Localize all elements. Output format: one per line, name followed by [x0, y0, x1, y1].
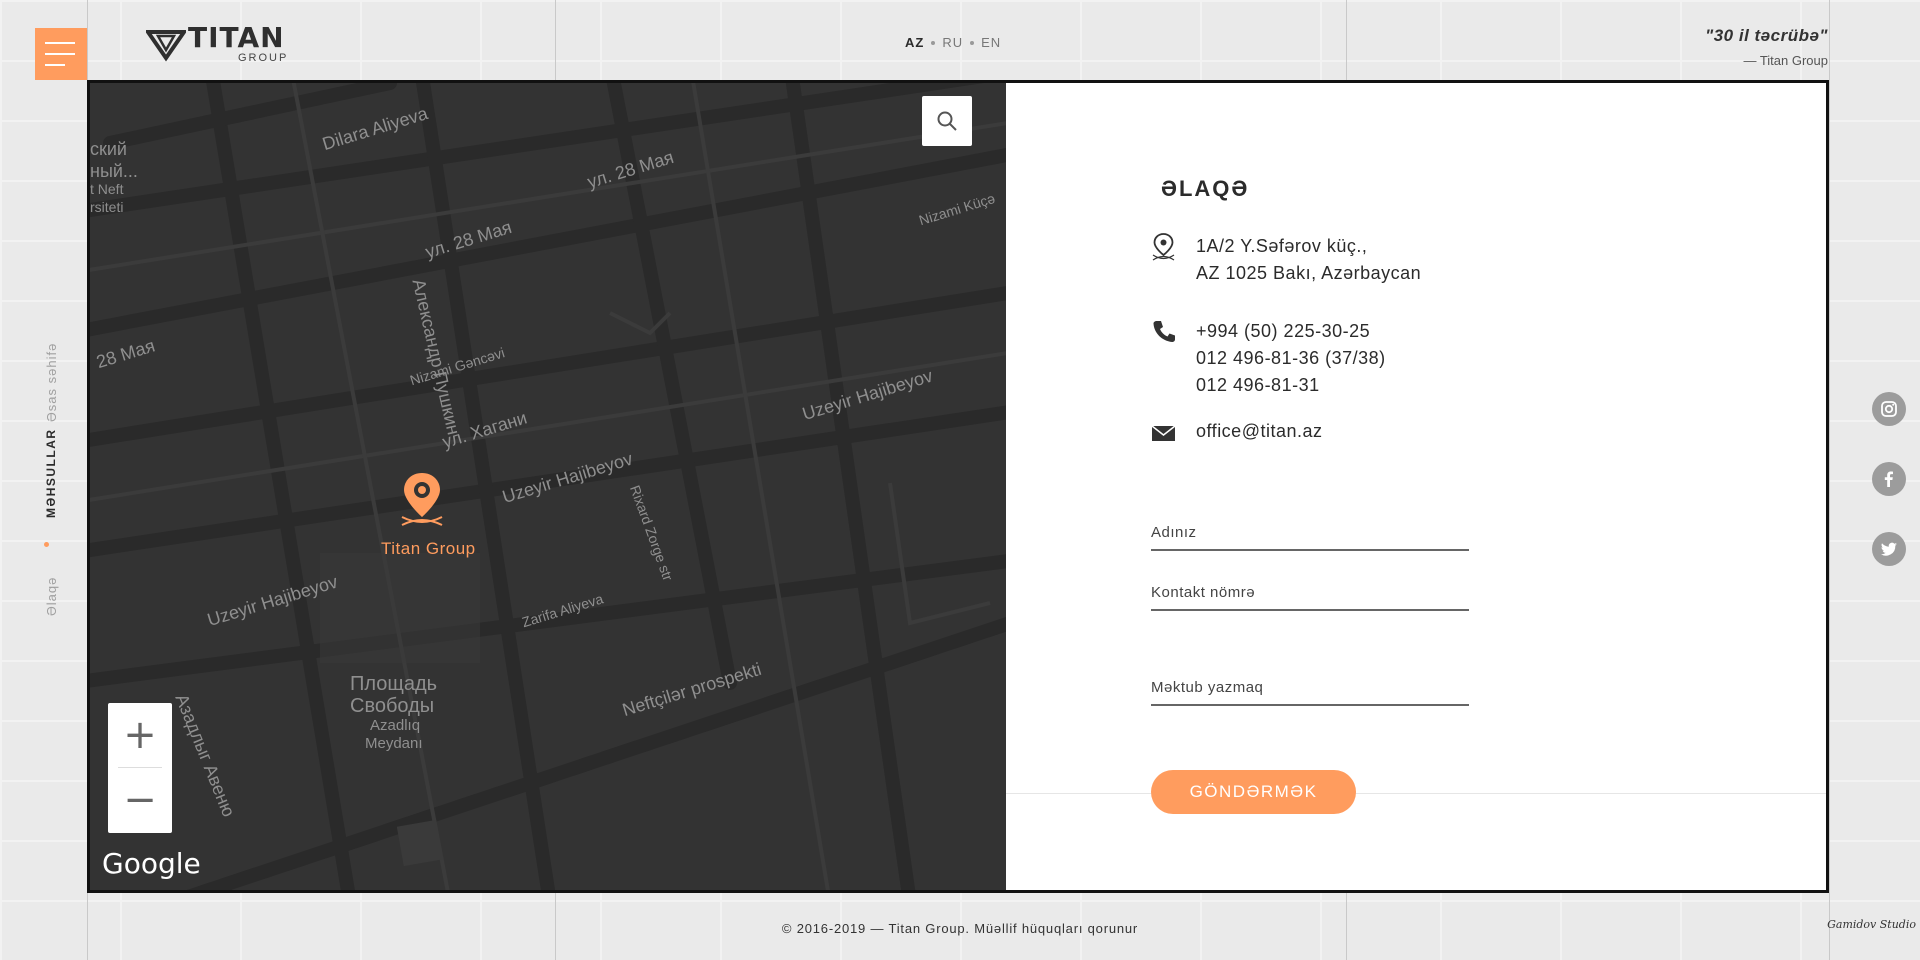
quote-text: "30 il təcrübə": [1705, 26, 1828, 45]
message-field[interactable]: Məktub yazmaq: [1151, 679, 1469, 706]
social-links: [1872, 392, 1906, 566]
grid-line: [1829, 0, 1830, 960]
separator-dot: [931, 40, 936, 45]
contact-panel: ƏLAQƏ 1A/2 Y.Səfərov küç., AZ 1025 Bakı,…: [1006, 83, 1826, 890]
logo-subtitle: GROUP: [238, 52, 289, 64]
name-field[interactable]: Adınız: [1151, 524, 1469, 551]
square-label: Свободы: [350, 695, 435, 717]
address-line-2: AZ 1025 Bakı, Azərbaycan: [1196, 263, 1422, 283]
map[interactable]: Dilara Aliyeva ул. 28 Мая ул. 28 Мая 28 …: [90, 83, 1006, 890]
copyright: © 2016-2019 — Titan Group. Müəllif hüquq…: [781, 921, 1139, 936]
phone-number[interactable]: +994 (50) 225-30-25: [1196, 318, 1386, 345]
square-label: Azadlıq: [370, 717, 421, 734]
zoom-out-button[interactable]: −: [108, 768, 172, 832]
side-navigation: Əsas səhifə MƏHSULLAR Əlaqə: [44, 330, 64, 630]
side-nav-home[interactable]: Əsas səhifə: [44, 343, 59, 422]
hamburger-line: [45, 42, 75, 44]
place-label: ский: [90, 139, 127, 159]
place-label: t Neft: [90, 181, 124, 197]
logo-title: TITAN: [188, 21, 285, 54]
phone-field[interactable]: Kontakt nömrə: [1151, 584, 1469, 611]
square-label: Площадь: [350, 673, 438, 695]
facebook-button[interactable]: [1872, 462, 1906, 496]
phone-number[interactable]: 012 496-81-31: [1196, 372, 1386, 399]
menu-button[interactable]: [35, 28, 87, 80]
address-line-1: 1A/2 Y.Səfərov küç.,: [1196, 236, 1368, 256]
contact-title: ƏLAQƏ: [1161, 176, 1250, 201]
location-pin-icon[interactable]: [400, 471, 444, 527]
square-label: Meydanı: [365, 735, 423, 752]
phone-row: +994 (50) 225-30-25 012 496-81-36 (37/38…: [1151, 318, 1386, 399]
email-link[interactable]: office@titan.az: [1196, 418, 1323, 445]
phone-icon: [1153, 321, 1175, 342]
instagram-button[interactable]: [1872, 392, 1906, 426]
lang-ru[interactable]: RU: [942, 35, 963, 50]
active-indicator-dot: [44, 542, 49, 547]
language-switcher: AZ RU EN: [905, 35, 1001, 50]
phone-number[interactable]: 012 496-81-36 (37/38): [1196, 345, 1386, 372]
lang-az[interactable]: AZ: [905, 35, 924, 50]
address-row: 1A/2 Y.Səfərov küç., AZ 1025 Bakı, Azərb…: [1151, 233, 1421, 287]
place-label: rsiteti: [90, 199, 124, 215]
instagram-icon: [1881, 401, 1897, 417]
mail-icon: [1151, 425, 1176, 441]
map-search-button[interactable]: [922, 96, 972, 146]
main-frame: Dilara Aliyeva ул. 28 Мая ул. 28 Мая 28 …: [87, 80, 1829, 893]
email-row: office@titan.az: [1151, 418, 1323, 446]
location-icon: [1152, 233, 1175, 261]
side-nav-products[interactable]: MƏHSULLAR: [44, 428, 58, 518]
divider: [1006, 793, 1826, 794]
separator-dot: [970, 40, 975, 45]
lang-en[interactable]: EN: [981, 35, 1001, 50]
zoom-in-button[interactable]: +: [108, 703, 172, 767]
side-nav-contact[interactable]: Əlaqə: [44, 577, 59, 616]
header-quote: "30 il təcrübə" — Titan Group: [1705, 26, 1828, 68]
facebook-icon: [1884, 471, 1893, 487]
logo[interactable]: TITAN GROUP: [146, 24, 288, 64]
hamburger-line: [45, 64, 65, 66]
twitter-icon: [1881, 542, 1897, 556]
twitter-button[interactable]: [1872, 532, 1906, 566]
place-label: ный...: [90, 161, 138, 181]
send-button[interactable]: GÖNDƏRMƏK: [1151, 770, 1356, 814]
zoom-controls: + −: [108, 703, 172, 833]
studio-credit[interactable]: Gamidov Studio: [1827, 918, 1916, 931]
search-icon: [937, 111, 957, 131]
marker-label: Titan Group: [381, 539, 476, 558]
titan-logo-icon: [146, 30, 186, 62]
quote-author: — Titan Group: [1743, 53, 1828, 68]
google-logo[interactable]: Google: [102, 847, 201, 880]
hamburger-line: [45, 53, 75, 55]
